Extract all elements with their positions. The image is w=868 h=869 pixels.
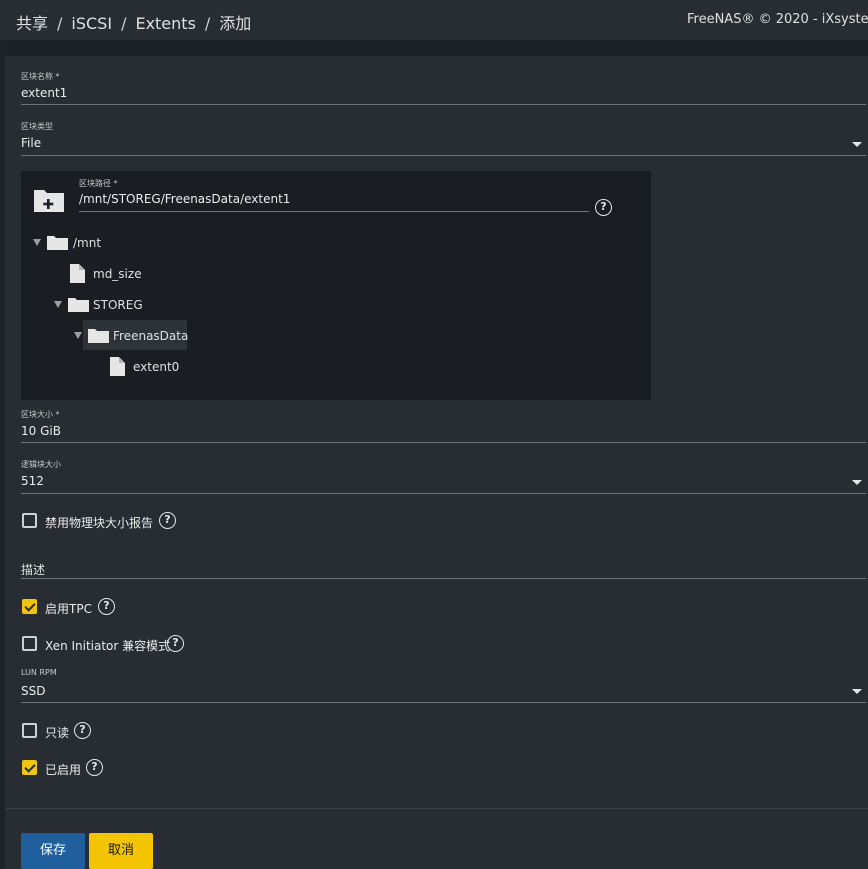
xen-compat-label: Xen Initiator 兼容模式: [45, 639, 171, 653]
logical-block-size-label: 逻辑块大小: [21, 460, 61, 469]
cancel-button[interactable]: 取消: [89, 833, 153, 869]
enable-tpc-label: 启用TPC: [45, 602, 92, 616]
breadcrumb: 共享 / iSCSI / Extents / 添加: [16, 10, 251, 34]
header-band: [5, 40, 868, 56]
chevron-down-icon[interactable]: [852, 142, 862, 147]
copyright-text[interactable]: FreeNAS® © 2020 - iXsystem: [687, 12, 868, 27]
enabled-label: 已启用: [45, 763, 82, 777]
extent-size-label: 区块大小 *: [21, 410, 60, 419]
extent-name-label: 区块名称 *: [21, 72, 60, 81]
file-icon: [110, 357, 125, 376]
help-icon[interactable]: ?: [159, 512, 176, 529]
breadcrumb-separator: /: [204, 14, 211, 33]
tree-node-mnt[interactable]: /mnt: [73, 236, 101, 250]
expand-triangle-icon[interactable]: [33, 239, 41, 246]
path-explorer: 区块路径 * /mnt/STOREG/FreenasData/extent1 ?…: [21, 171, 651, 400]
top-bar: 共享 / iSCSI / Extents / 添加 FreeNAS® © 2020 - iX…: [0, 0, 868, 40]
breadcrumb-item-iscsi[interactable]: iSCSI: [71, 14, 112, 33]
tree-node-md-size[interactable]: md_size: [93, 267, 142, 281]
disable-physical-block-label: 禁用物理块大小报告: [45, 516, 154, 530]
help-icon[interactable]: ?: [595, 199, 612, 216]
save-button[interactable]: 保存: [21, 833, 85, 869]
folder-icon: [88, 329, 109, 343]
breadcrumb-separator: /: [57, 14, 63, 33]
extent-path-label: 区块路径 *: [79, 179, 118, 188]
logical-block-size-underline: [21, 493, 866, 494]
breadcrumb-item-extents[interactable]: Extents: [135, 14, 195, 33]
extent-type-underline: [21, 155, 866, 156]
extent-type-select[interactable]: File: [21, 136, 41, 150]
help-icon[interactable]: ?: [167, 635, 184, 652]
enabled-checkbox[interactable]: [22, 760, 37, 775]
lun-rpm-underline: [21, 702, 866, 703]
extent-name-underline: [21, 104, 866, 105]
folder-icon: [47, 236, 68, 250]
help-icon[interactable]: ?: [86, 759, 103, 776]
xen-compat-checkbox[interactable]: [22, 636, 37, 651]
extent-size-input[interactable]: 10 GiB: [21, 424, 61, 438]
readonly-checkbox[interactable]: [22, 723, 37, 738]
lun-rpm-select[interactable]: SSD: [21, 684, 45, 698]
tree-node-extent0[interactable]: extent0: [133, 360, 179, 374]
tree-node-storeg[interactable]: STOREG: [93, 298, 143, 312]
breadcrumb-item-add: 添加: [219, 14, 252, 33]
chevron-down-icon[interactable]: [852, 689, 862, 694]
readonly-label: 只读: [45, 726, 70, 740]
breadcrumb-separator: /: [121, 14, 127, 33]
folder-add-icon[interactable]: [33, 187, 65, 213]
extent-path-input[interactable]: /mnt/STOREG/FreenasData/extent1: [79, 192, 290, 206]
expand-triangle-icon[interactable]: [54, 301, 62, 308]
expand-triangle-icon[interactable]: [74, 332, 82, 339]
enable-tpc-checkbox[interactable]: [22, 599, 37, 614]
extent-size-underline: [21, 442, 866, 443]
description-underline: [21, 578, 866, 579]
disable-physical-block-checkbox[interactable]: [22, 513, 37, 528]
extent-type-label: 区块类型: [21, 122, 53, 131]
form-divider: [5, 808, 868, 809]
breadcrumb-item-share[interactable]: 共享: [16, 14, 48, 33]
lun-rpm-label: LUN RPM: [21, 668, 57, 677]
logical-block-size-select[interactable]: 512: [21, 474, 44, 488]
extent-name-input[interactable]: extent1: [21, 86, 67, 100]
tree-node-freenasdata[interactable]: FreenasData: [113, 329, 188, 343]
help-icon[interactable]: ?: [98, 598, 115, 615]
extent-path-underline: [79, 211, 589, 212]
folder-icon: [68, 298, 89, 312]
description-input[interactable]: 描述: [21, 561, 45, 578]
chevron-down-icon[interactable]: [852, 480, 862, 485]
help-icon[interactable]: ?: [74, 722, 91, 739]
file-icon: [70, 264, 85, 283]
